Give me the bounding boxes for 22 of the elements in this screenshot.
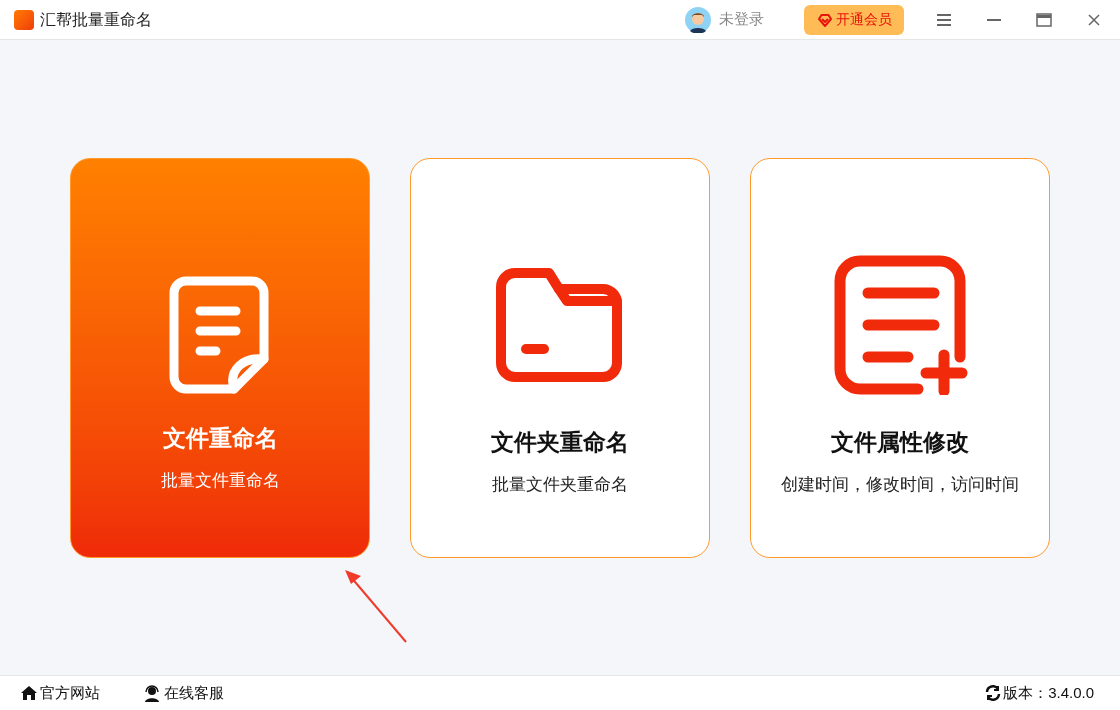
- refresh-icon: [985, 685, 1002, 701]
- feature-card[interactable]: 文件夹重命名 批量文件夹重命名: [410, 158, 710, 558]
- card-subtitle: 批量文件夹重命名: [492, 473, 628, 496]
- support-link[interactable]: 在线客服: [144, 681, 224, 705]
- folder-icon: [496, 267, 624, 383]
- app-logo-icon: [14, 9, 34, 30]
- diamond-heart-icon: [816, 11, 833, 28]
- feature-card[interactable]: 文件重命名 批量文件重命名: [70, 158, 370, 558]
- avatar-icon: [685, 6, 711, 33]
- feature-card[interactable]: 文件属性修改 创建时间，修改时间，访问时间: [750, 158, 1050, 558]
- document-icon: [168, 275, 272, 395]
- card-title: 文件重命名: [162, 424, 278, 453]
- window-title: 汇帮批量重命名: [40, 9, 152, 30]
- card-title: 文件属性修改: [831, 428, 969, 457]
- headset-user-icon: [144, 684, 160, 702]
- website-link[interactable]: 官方网站: [20, 681, 100, 705]
- login-status[interactable]: 未登录: [719, 8, 764, 31]
- card-title: 文件夹重命名: [491, 428, 629, 457]
- card-subtitle: 批量文件重命名: [160, 469, 280, 492]
- version-label: 版本：3.4.0.0: [1003, 682, 1094, 703]
- card-subtitle: 创建时间，修改时间，访问时间: [781, 473, 1019, 496]
- home-icon: [20, 685, 38, 701]
